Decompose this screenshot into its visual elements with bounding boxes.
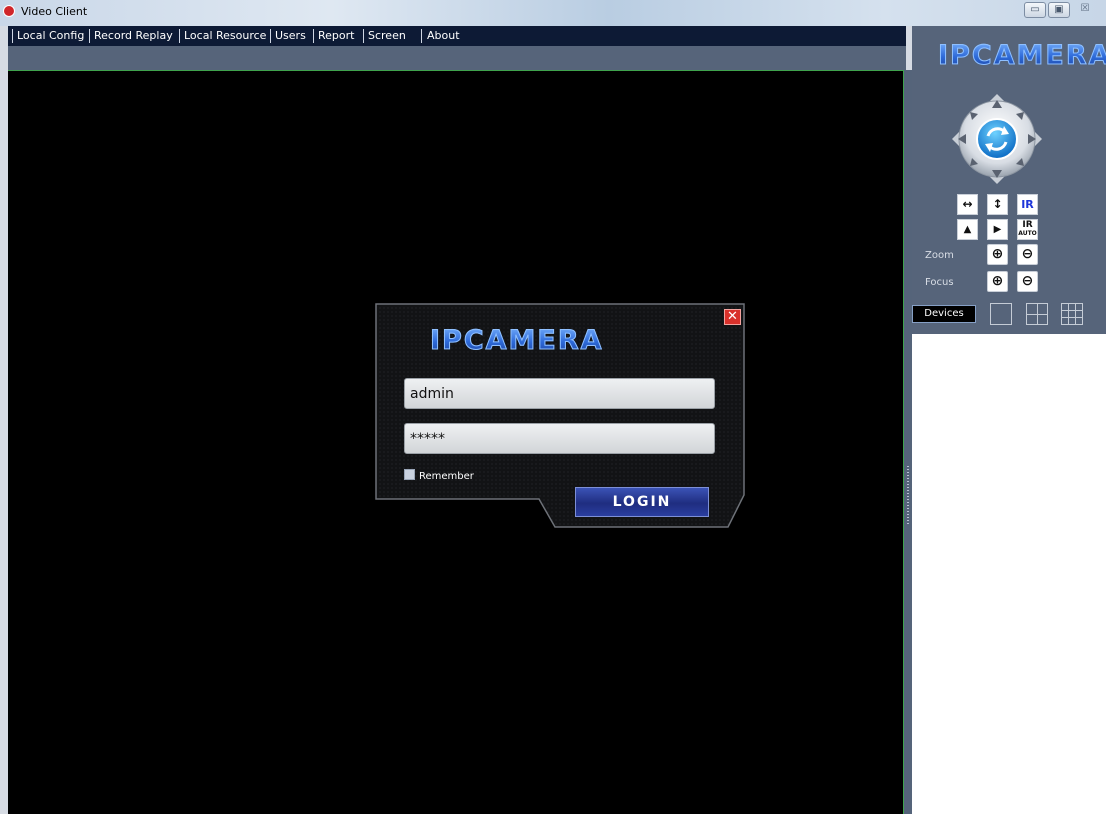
nine-view-layout-button[interactable] <box>1061 303 1083 325</box>
focus-in-button[interactable]: ⊕ <box>987 271 1008 292</box>
menu-separator <box>313 29 314 43</box>
ir-auto-button[interactable]: IR AUTO <box>1017 219 1038 240</box>
flip-vertical-button[interactable]: ↕ <box>987 194 1008 215</box>
video-client-window: Video Client ▭ ▣ ☒ Local Config Record R… <box>0 0 1106 814</box>
ptz-direction-pad[interactable] <box>952 94 1042 184</box>
checkbox-icon[interactable] <box>404 469 415 480</box>
mirror-button[interactable]: ▲ <box>957 219 978 240</box>
close-window-button[interactable]: ☒ <box>1074 2 1096 18</box>
menu-local-config[interactable]: Local Config <box>17 29 84 42</box>
ir-auto-label-bottom: AUTO <box>1018 230 1037 237</box>
menu-separator <box>179 29 180 43</box>
devices-tab[interactable]: Devices <box>912 305 976 323</box>
menu-record-replay[interactable]: Record Replay <box>94 29 173 42</box>
title-bar: Video Client ▭ ▣ ☒ <box>0 0 1106 26</box>
flip-horizontal-button[interactable]: ↔ <box>957 194 978 215</box>
remember-label: Remember <box>419 471 474 482</box>
username-field[interactable] <box>404 378 715 409</box>
menu-report[interactable]: Report <box>318 29 354 42</box>
dialog-brand-logo: IPCAMERA <box>430 325 604 357</box>
focus-label: Focus <box>925 277 954 288</box>
window-title: Video Client <box>21 5 88 18</box>
maximize-button[interactable]: ▣ <box>1048 2 1070 18</box>
menu-about[interactable]: About <box>427 29 460 42</box>
quad-view-layout-button[interactable] <box>1026 303 1048 325</box>
device-list[interactable] <box>912 334 1106 814</box>
ptz-control-panel: IPCAMERA ↔ ↕ IR ▲ ▶ IR AUTO Zoom ⊕ ⊖ Foc… <box>912 26 1106 334</box>
splitter-grip[interactable] <box>907 466 909 524</box>
zoom-in-button[interactable]: ⊕ <box>987 244 1008 265</box>
panel-brand-logo: IPCAMERA <box>938 40 1106 72</box>
login-button[interactable]: LOGIN <box>575 487 709 517</box>
login-dialog: IPCAMERA ✕ Remember LOGIN <box>375 303 746 529</box>
zoom-out-button[interactable]: ⊖ <box>1017 244 1038 265</box>
zoom-label: Zoom <box>925 250 954 261</box>
dialog-close-button[interactable]: ✕ <box>724 309 741 325</box>
app-logo-icon <box>3 5 15 17</box>
play-button[interactable]: ▶ <box>987 219 1008 240</box>
menu-separator <box>363 29 364 43</box>
focus-out-button[interactable]: ⊖ <box>1017 271 1038 292</box>
ir-auto-label-top: IR <box>1022 220 1033 230</box>
ir-button[interactable]: IR <box>1017 194 1038 215</box>
menu-separator <box>12 29 13 43</box>
toolbar-strip <box>8 46 906 70</box>
menu-users[interactable]: Users <box>275 29 306 42</box>
single-view-layout-button[interactable] <box>990 303 1012 325</box>
panel-splitter[interactable] <box>904 70 912 814</box>
remember-checkbox[interactable]: Remember <box>404 469 474 482</box>
menu-screen[interactable]: Screen <box>368 29 406 42</box>
menu-bar: Local Config Record Replay Local Resourc… <box>8 26 906 46</box>
menu-separator <box>421 29 422 43</box>
menu-local-resource[interactable]: Local Resource <box>184 29 266 42</box>
password-field[interactable] <box>404 423 715 454</box>
minimize-button[interactable]: ▭ <box>1024 2 1046 18</box>
ptz-pad-icon <box>952 94 1042 184</box>
menu-separator <box>89 29 90 43</box>
menu-separator <box>270 29 271 43</box>
